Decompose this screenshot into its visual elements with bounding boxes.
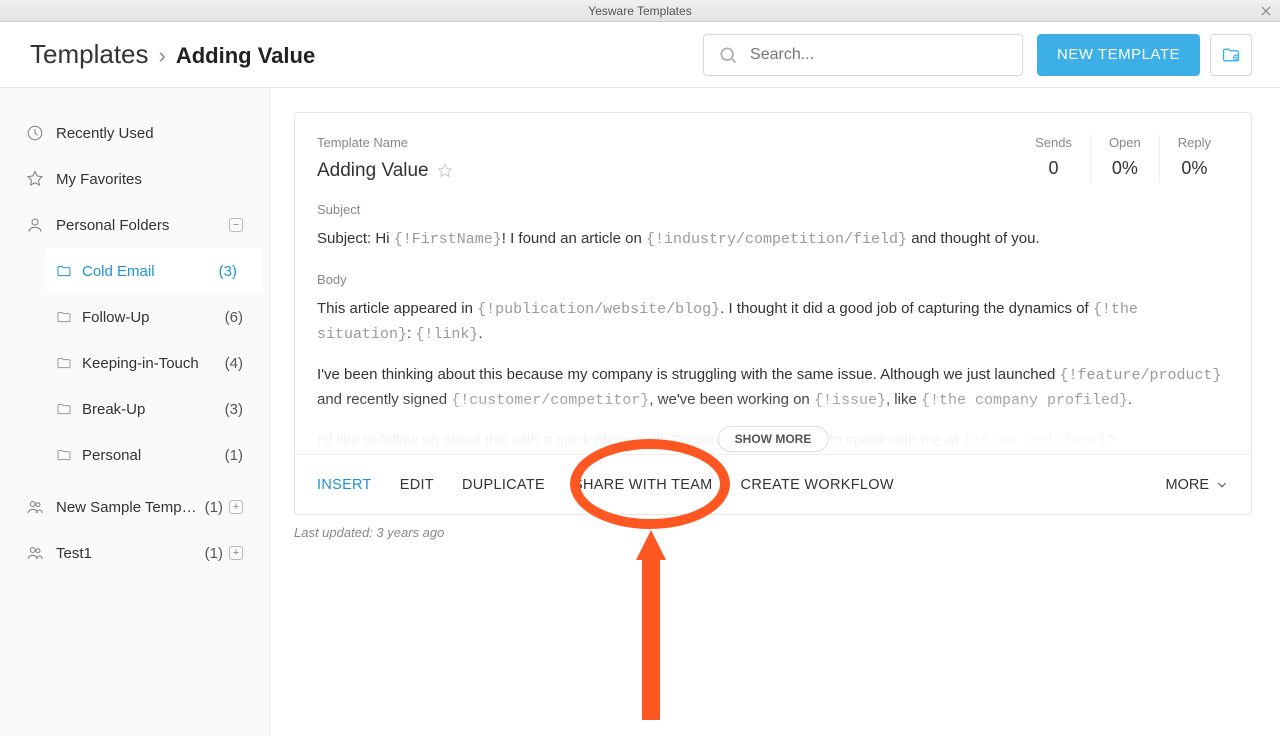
sidebar-folder-follow-up[interactable]: Follow-Up (6)	[46, 294, 269, 340]
show-more-button[interactable]: SHOW MORE	[718, 426, 829, 452]
action-more-label: MORE	[1166, 477, 1210, 493]
placeholder-token: {!FirstName}	[394, 231, 502, 248]
action-duplicate[interactable]: DUPLICATE	[462, 477, 545, 493]
text: .	[478, 325, 482, 342]
stat-value: 0%	[1178, 158, 1211, 179]
sidebar-folder-label: Break-Up	[82, 401, 217, 418]
stat-open: Open 0%	[1090, 135, 1159, 182]
placeholder-token: {!link}	[415, 326, 478, 343]
sidebar-personal-folders[interactable]: Personal Folders −	[0, 202, 269, 248]
header: Templates › Adding Value NEW TEMPLATE	[0, 22, 1280, 88]
sidebar-folder-count: (1)	[205, 499, 223, 516]
sidebar-folder-count: (1)	[205, 545, 223, 562]
text: and thought of you.	[907, 230, 1040, 247]
sidebar-item-label: Recently Used	[56, 125, 243, 142]
collapse-toggle[interactable]: −	[229, 218, 243, 232]
breadcrumb-current: Adding Value	[176, 43, 315, 69]
subject-label: Subject	[317, 202, 1229, 217]
action-share-with-team[interactable]: SHARE WITH TEAM	[573, 477, 713, 493]
chevron-down-icon	[1215, 478, 1229, 492]
stat-reply: Reply 0%	[1159, 135, 1229, 182]
text: This article appeared in	[317, 300, 477, 317]
breadcrumb: Templates › Adding Value	[30, 39, 703, 70]
sidebar-folder-count: (3)	[219, 263, 237, 280]
new-template-button[interactable]: NEW TEMPLATE	[1037, 34, 1200, 76]
expand-toggle[interactable]: +	[229, 546, 243, 560]
sidebar-team-folder-new-sample[interactable]: New Sample Templa... (1) +	[0, 484, 269, 530]
last-updated: Last updated: 3 years ago	[294, 525, 1252, 540]
sidebar-recently-used[interactable]: Recently Used	[0, 110, 269, 156]
stat-value: 0	[1035, 158, 1072, 179]
search-input[interactable]	[750, 46, 1008, 64]
sidebar: Recently Used My Favorites Personal Fold…	[0, 88, 270, 736]
search-icon	[718, 45, 738, 65]
window-title: Yesware Templates	[588, 4, 691, 18]
chevron-right-icon: ›	[159, 43, 166, 69]
sidebar-folder-break-up[interactable]: Break-Up (3)	[46, 386, 269, 432]
text: . I thought it did a good job of capturi…	[720, 300, 1093, 317]
window-close-button[interactable]	[1252, 0, 1280, 22]
sidebar-folder-label: Personal	[82, 447, 217, 464]
action-insert[interactable]: INSERT	[317, 477, 372, 493]
folder-icon	[56, 401, 72, 417]
sidebar-folder-personal[interactable]: Personal (1)	[46, 432, 269, 478]
text: Subject: Hi	[317, 230, 394, 247]
body-label: Body	[317, 272, 1229, 287]
sidebar-my-favorites[interactable]: My Favorites	[0, 156, 269, 202]
placeholder-token: {!feature/product}	[1059, 367, 1221, 384]
placeholder-token: {!publication/website/blog}	[477, 301, 720, 318]
sidebar-folder-count: (6)	[225, 309, 243, 326]
sidebar-folder-cold-email[interactable]: Cold Email (3)	[46, 248, 263, 294]
sidebar-item-label: Personal Folders	[56, 217, 229, 234]
placeholder-token: {!industry/competition/field}	[646, 231, 907, 248]
person-icon	[26, 216, 44, 234]
sidebar-item-label: My Favorites	[56, 171, 243, 188]
breadcrumb-root[interactable]: Templates	[30, 39, 149, 70]
stat-value: 0%	[1109, 158, 1141, 179]
folder-icon	[56, 309, 72, 325]
sidebar-folder-count: (1)	[225, 447, 243, 464]
expand-toggle[interactable]: +	[229, 500, 243, 514]
sidebar-folder-count: (4)	[225, 355, 243, 372]
star-icon	[26, 170, 44, 188]
content: Template Name Adding Value Sends 0 Open …	[270, 88, 1280, 736]
action-edit[interactable]: EDIT	[400, 477, 434, 493]
folder-icon	[56, 355, 72, 371]
folder-icon	[56, 447, 72, 463]
sidebar-folder-label: Keeping-in-Touch	[82, 355, 217, 372]
sidebar-team-folder-test1[interactable]: Test1 (1) +	[0, 530, 269, 576]
sidebar-folder-count: (3)	[225, 401, 243, 418]
sidebar-folder-label: New Sample Templa...	[56, 499, 197, 516]
sidebar-folder-label: Test1	[56, 545, 197, 562]
sidebar-personal-folder-list: Cold Email (3) Follow-Up (6) Keeping-in-…	[0, 248, 269, 478]
stat-label: Reply	[1178, 135, 1211, 150]
people-icon	[26, 498, 44, 516]
template-name-label: Template Name	[317, 135, 1017, 150]
action-create-workflow[interactable]: CREATE WORKFLOW	[741, 477, 894, 493]
new-folder-button[interactable]	[1210, 34, 1252, 76]
stat-label: Open	[1109, 135, 1141, 150]
template-actions: INSERT EDIT DUPLICATE SHARE WITH TEAM CR…	[295, 454, 1251, 514]
template-card: Template Name Adding Value Sends 0 Open …	[294, 112, 1252, 515]
text: I've been thinking about this because my…	[317, 366, 1059, 383]
sidebar-folder-keeping-in-touch[interactable]: Keeping-in-Touch (4)	[46, 340, 269, 386]
subject-text: Subject: Hi {!FirstName}! I found an art…	[317, 227, 1229, 252]
folder-icon	[56, 263, 72, 279]
window-title-bar: Yesware Templates	[0, 0, 1280, 22]
folder-plus-icon	[1221, 45, 1241, 65]
action-more[interactable]: MORE	[1166, 477, 1230, 493]
sidebar-folder-label: Cold Email	[82, 263, 211, 280]
template-name: Adding Value	[317, 160, 429, 182]
search-box[interactable]	[703, 34, 1023, 76]
text: ! I found an article on	[502, 230, 646, 247]
stat-sends: Sends 0	[1017, 135, 1090, 182]
people-icon	[26, 544, 44, 562]
stat-label: Sends	[1035, 135, 1072, 150]
sidebar-folder-label: Follow-Up	[82, 309, 217, 326]
template-stats: Sends 0 Open 0% Reply 0%	[1017, 135, 1229, 182]
clock-icon	[26, 124, 44, 142]
star-outline-icon[interactable]	[437, 163, 453, 179]
close-icon	[1259, 4, 1273, 18]
